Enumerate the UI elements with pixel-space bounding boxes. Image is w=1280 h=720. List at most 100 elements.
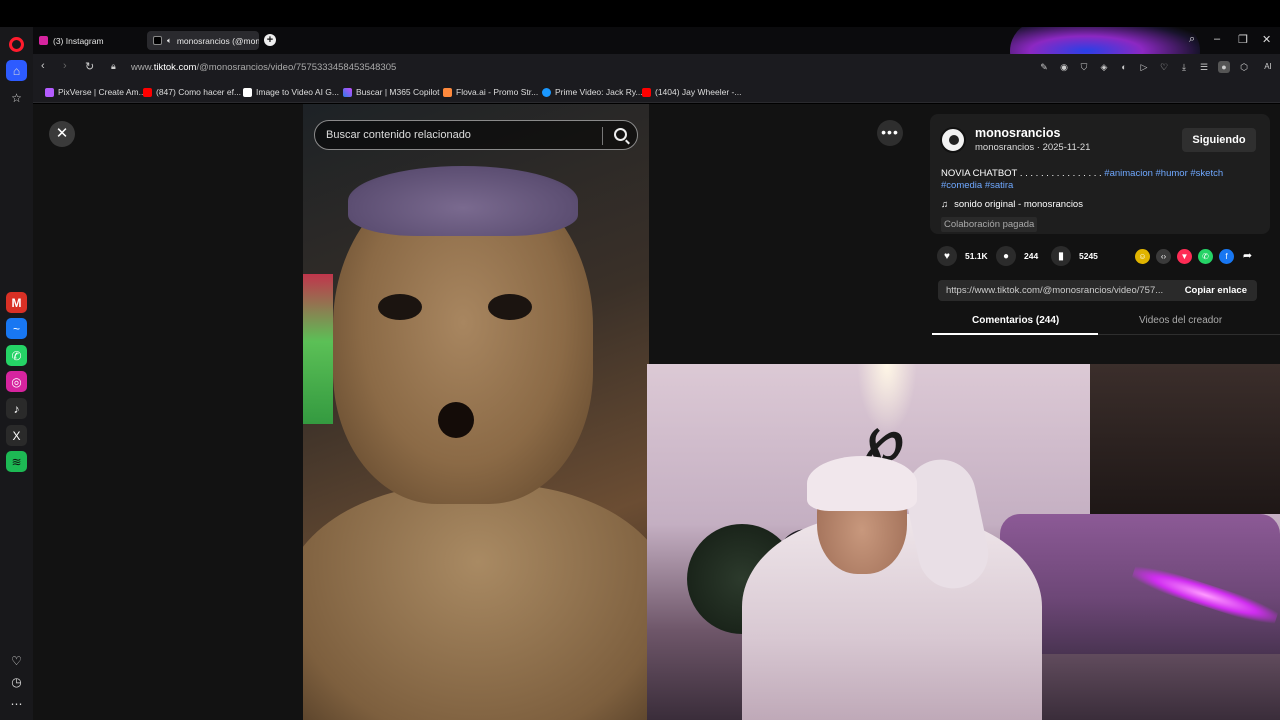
screen: ⌂ ☆ M ~ ✆ ◎ ♪ X ≋ ♡ ◷ ⋯ (3) Instagram 🔈︎… (0, 0, 1280, 720)
opera-sidebar: ⌂ ☆ M ~ ✆ ◎ ♪ X ≋ ♡ ◷ ⋯ (0, 27, 33, 720)
related-search-input[interactable]: Buscar contenido relacionado (314, 120, 638, 150)
hashtags[interactable]: #animacion #humor #sketch (1104, 168, 1223, 179)
x-icon[interactable]: X (6, 425, 27, 446)
video-player[interactable] (303, 104, 649, 720)
opera-logo-icon[interactable] (9, 37, 24, 52)
tab-label: (3) Instagram (53, 35, 104, 46)
search-divider (602, 127, 603, 145)
bookmark-prime-video[interactable]: Prime Video: Jack Ry... (542, 87, 643, 97)
restore-icon[interactable]: ❐ (1238, 33, 1248, 46)
extensions-icon[interactable]: ⬡ (1238, 61, 1250, 73)
comment-count: 244 (1024, 251, 1039, 261)
instagram-icon[interactable]: ◎ (6, 371, 27, 392)
speaker-icon[interactable]: 🔈︎ (167, 36, 172, 46)
search-icon[interactable] (614, 128, 627, 141)
repost-icon[interactable]: ▼ (1177, 249, 1192, 264)
image-to-video-icon (243, 87, 252, 97)
more-icon[interactable]: ⋯ (6, 693, 27, 714)
embed-icon[interactable]: ‹› (1156, 249, 1171, 264)
bookmark-youtube-1404[interactable]: (1404) Jay Wheeler -... (642, 87, 741, 97)
bookmark-flova[interactable]: Flova.ai - Promo Str... (443, 87, 538, 97)
copy-link-button[interactable]: Copiar enlace (1185, 285, 1247, 296)
whatsapp-share-icon[interactable]: ✆ (1198, 249, 1213, 264)
star-icon[interactable]: ☆ (6, 87, 27, 108)
reload-icon[interactable]: ↻ (85, 60, 94, 73)
more-options-button[interactable]: ••• (877, 120, 903, 146)
youtube-icon (143, 87, 152, 97)
tab-tiktok[interactable]: 🔈︎ monosrancios (@mon (147, 31, 259, 50)
tab-instagram[interactable]: (3) Instagram (33, 31, 145, 50)
shield-icon[interactable]: ⛉ (1078, 61, 1090, 73)
hashtags[interactable]: #comedia #satira (941, 180, 1013, 191)
play-icon[interactable]: ▷ (1138, 61, 1150, 73)
close-window-icon[interactable]: ✕ (1262, 33, 1271, 46)
home-icon[interactable]: ⌂ (6, 60, 27, 81)
bookmark-pixverse[interactable]: PixVerse | Create Am... (45, 87, 146, 97)
bookmark-youtube-847[interactable]: (847) Como hacer ef... (143, 87, 241, 97)
heart-icon[interactable]: ♡ (6, 650, 27, 671)
favorites-icon[interactable]: ♡ (1158, 61, 1170, 73)
comment-icon: ● (996, 246, 1016, 266)
forward-icon[interactable]: › (63, 60, 67, 72)
video-character-eye (378, 294, 422, 320)
tiktok-favicon-icon (153, 36, 162, 45)
edit-icon[interactable]: ✎ (1038, 61, 1050, 73)
vpn-icon[interactable]: ◈ (1098, 61, 1110, 73)
video-character-body (303, 484, 649, 720)
video-link[interactable]: https://www.tiktok.com/@monosrancios/vid… (946, 285, 1176, 296)
like-count: 51.1K (965, 251, 988, 261)
like-button[interactable]: ♥ 51.1K (937, 246, 988, 266)
messenger-icon[interactable]: ~ (6, 318, 27, 339)
menu-icon[interactable]: ☰ (1198, 61, 1210, 73)
creator-username[interactable]: monosrancios (975, 126, 1060, 140)
camera-icon[interactable]: ◉ (1058, 61, 1070, 73)
search-tabs-icon[interactable]: ⌕ (1189, 33, 1195, 46)
facebook-share-icon[interactable]: f (1219, 249, 1234, 264)
close-video-button[interactable]: ✕ (49, 121, 75, 147)
bookmark-icon: ▮ (1051, 246, 1071, 266)
tab-creator-videos[interactable]: Videos del creador (1139, 315, 1222, 326)
coin-icon[interactable]: ☺ (1135, 249, 1150, 264)
bookmark-label: Flova.ai - Promo Str... (456, 87, 539, 97)
sound-label: sonido original - monosrancios (954, 199, 1083, 210)
url-domain: tiktok.com (153, 62, 197, 73)
tab-comments[interactable]: Comentarios (244) (972, 315, 1059, 326)
minimize-icon[interactable]: – (1214, 33, 1220, 45)
music-note-icon: ♫ (941, 199, 949, 210)
active-tab-indicator (932, 333, 1098, 335)
comment-button[interactable]: ● 244 (996, 246, 1038, 266)
avatar[interactable] (940, 127, 966, 153)
sound-link[interactable]: ♫ sonido original - monosrancios (941, 199, 1083, 210)
heart-icon: ♥ (937, 246, 957, 266)
bookmark-copilot[interactable]: Buscar | M365 Copilot (343, 87, 439, 97)
download-icon[interactable]: ⤓ (1178, 61, 1190, 73)
webcam-person-cap (807, 456, 917, 511)
creator-meta: monosrancios · 2025-11-21 (975, 142, 1091, 153)
url-prefix: www. (131, 62, 154, 73)
url-field[interactable]: www.tiktok.com/@monosrancios/video/75753… (131, 62, 396, 73)
url-path: /@monosrancios/video/7575333458453548305 (196, 62, 397, 73)
following-button[interactable]: Siguiendo (1182, 128, 1256, 152)
profile-icon[interactable]: ● (1218, 61, 1230, 73)
bookmark-label: Buscar | M365 Copilot (356, 87, 440, 97)
webcam-overlay: ℘ (647, 364, 1280, 720)
youtube-icon (642, 87, 651, 97)
tiktok-icon[interactable]: ♪ (6, 398, 27, 419)
save-button[interactable]: ▮ 5245 (1051, 246, 1098, 266)
share-arrow-icon[interactable]: ➦ (1240, 249, 1255, 264)
bookmark-image-to-video[interactable]: Image to Video AI G... (243, 87, 339, 97)
new-tab-button[interactable]: + (264, 34, 276, 46)
video-caption: NOVIA CHATBOT . . . . . . . . . . . . . … (941, 168, 1261, 192)
whatsapp-icon[interactable]: ✆ (6, 345, 27, 366)
ai-button[interactable]: AI (1259, 61, 1277, 73)
gmail-icon[interactable]: M (6, 292, 27, 313)
spotify-icon[interactable]: ≋ (6, 451, 27, 472)
webcam-background-window (1090, 364, 1280, 514)
caption-text: NOVIA CHATBOT . . . . . . . . . . . . . … (941, 168, 1105, 179)
address-bar: ‹ › ↻ 🔒︎ www.tiktok.com/@monosrancios/vi… (33, 54, 1280, 81)
history-icon[interactable]: ◷ (6, 671, 27, 692)
video-character-mouth (438, 402, 474, 438)
video-character-cap (348, 166, 578, 236)
back-icon[interactable]: ‹ (41, 60, 45, 72)
wallet-icon[interactable]: ◐ (1118, 61, 1130, 73)
